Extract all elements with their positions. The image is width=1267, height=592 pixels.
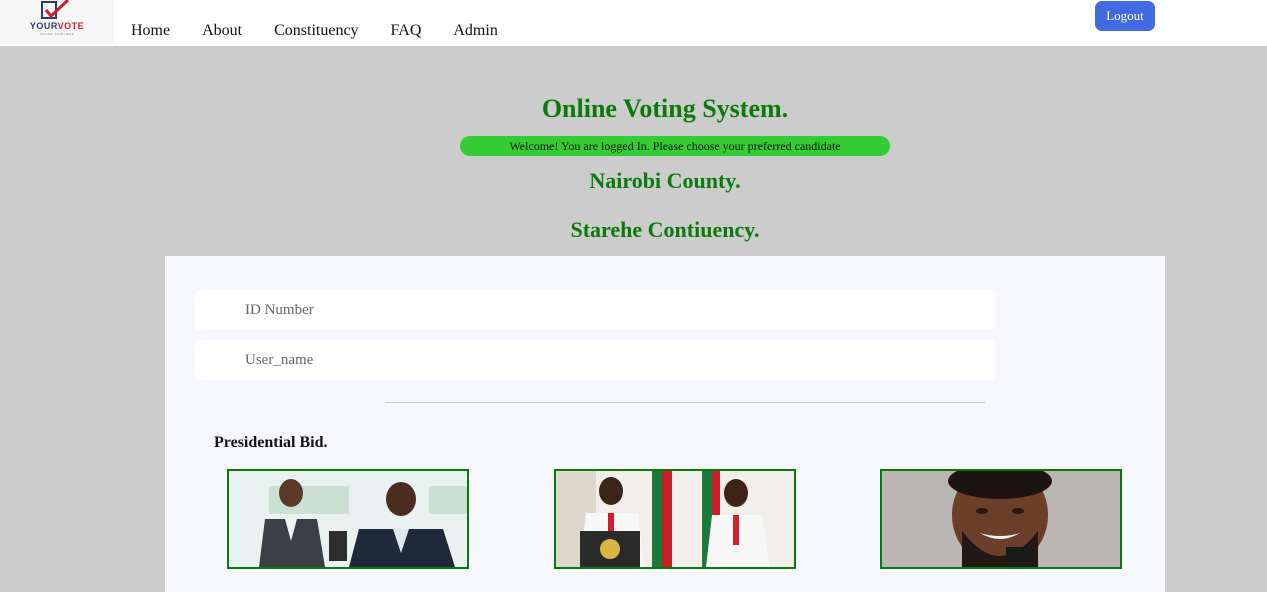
nav-links: Home About Constituency FAQ Admin xyxy=(131,22,530,40)
nav-admin[interactable]: Admin xyxy=(453,22,497,40)
id-number-input[interactable] xyxy=(195,290,995,330)
welcome-banner: Welcome! You are logged In. Please choos… xyxy=(460,136,890,156)
nav-constituency[interactable]: Constituency xyxy=(274,22,358,40)
candidate-photo-2-image xyxy=(556,471,794,567)
candidate-photo-1[interactable] xyxy=(227,469,469,569)
username-input[interactable] xyxy=(195,340,995,380)
nav-faq[interactable]: FAQ xyxy=(391,22,422,40)
logout-button[interactable]: Logout xyxy=(1095,1,1155,31)
ballot-check-icon xyxy=(41,0,70,19)
navbar: YOURVOTE ONLINE VOTE HERE Home About Con… xyxy=(0,0,1267,46)
section-label: Presidential Bid. xyxy=(214,434,328,451)
page-title: Online Voting System. xyxy=(541,94,789,123)
county-heading: Nairobi County. xyxy=(589,168,741,193)
nav-about[interactable]: About xyxy=(202,22,242,40)
logo-text: YOURVOTE xyxy=(29,21,85,31)
voting-panel: Presidential Bid. xyxy=(165,256,1165,592)
logo-tagline: ONLINE VOTE HERE xyxy=(39,32,75,36)
divider xyxy=(385,402,985,403)
candidate-photo-1-image xyxy=(229,471,467,567)
logo[interactable]: YOURVOTE ONLINE VOTE HERE xyxy=(0,0,114,44)
constituency-heading: Starehe Contiuency. xyxy=(570,217,760,242)
candidate-photo-2[interactable] xyxy=(554,469,796,569)
candidate-photo-3-image xyxy=(882,471,1120,567)
nav-home[interactable]: Home xyxy=(131,22,170,40)
candidate-photo-3[interactable] xyxy=(880,469,1122,569)
